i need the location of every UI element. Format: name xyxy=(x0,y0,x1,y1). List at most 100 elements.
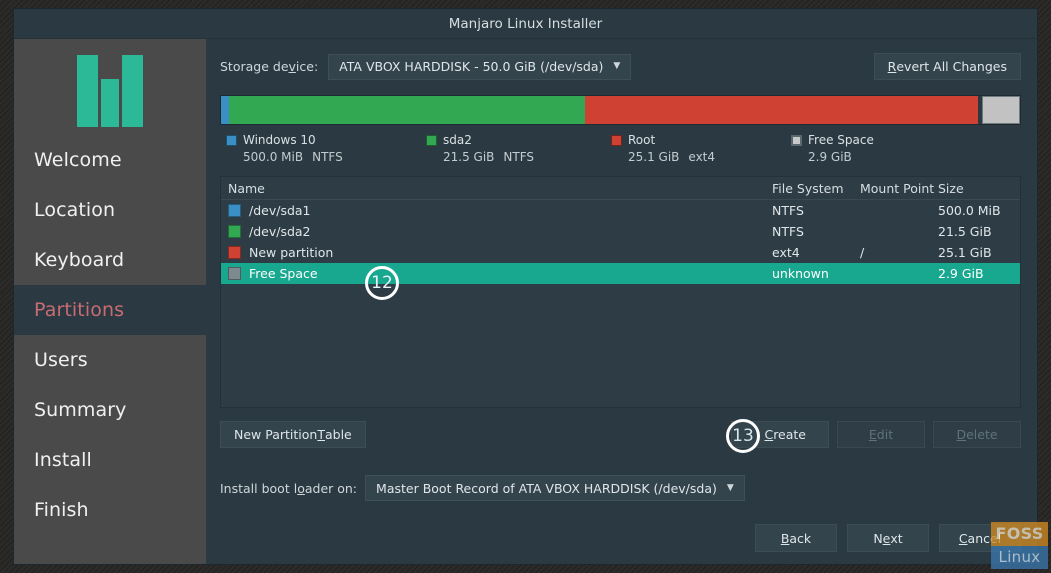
partitions-pane: Storage device: ATA VBOX HARDDISK - 50.0… xyxy=(206,39,1037,564)
sidebar-item-keyboard[interactable]: Keyboard xyxy=(14,235,206,285)
chevron-down-icon: ▼ xyxy=(613,61,621,71)
row-size: 25.1 GiB xyxy=(938,245,992,260)
partition-bar-segment[interactable] xyxy=(584,96,979,124)
sidebar-item-label: Users xyxy=(34,349,88,371)
table-row[interactable]: Free Space unknown 2.9 GiB xyxy=(221,263,1020,284)
legend-filesystem: NTFS xyxy=(312,150,343,164)
bootloader-label: Install boot loader on: xyxy=(220,480,358,496)
partition-legend-entry: Windows 10 500.0 MiB NTFS xyxy=(226,133,356,164)
chevron-down-icon: ▼ xyxy=(726,482,734,493)
delete-partition-button[interactable]: Delete xyxy=(933,421,1021,448)
row-name: /dev/sda1 xyxy=(249,203,311,218)
sidebar-item-partitions[interactable]: Partitions xyxy=(14,285,206,335)
legend-label: Root xyxy=(628,133,656,147)
table-row[interactable]: /dev/sda1 NTFS 500.0 MiB xyxy=(221,200,1020,221)
row-size: 2.9 GiB xyxy=(938,266,984,281)
row-size: 500.0 MiB xyxy=(938,203,1001,218)
partition-bar-segment[interactable] xyxy=(228,96,585,124)
legend-filesystem: NTFS xyxy=(503,150,535,164)
wizard-footer: Back Ne xt Cancel xyxy=(220,524,1021,564)
annotation-badge-12: 12 xyxy=(365,266,399,300)
row-size: 21.5 GiB xyxy=(938,224,992,239)
partition-legend-entry: Free Space 2.9 GiB xyxy=(791,133,921,164)
storage-device-label: Storage device: xyxy=(220,59,319,74)
row-filesystem: NTFS xyxy=(772,224,804,239)
column-header-size: Size xyxy=(938,180,964,196)
row-mountpoint: / xyxy=(860,245,865,260)
row-name: /dev/sda2 xyxy=(249,224,311,239)
sidebar: Welcome Location Keyboard Partitions Use… xyxy=(14,39,206,564)
installer-window: Manjaro Linux Installer Welcome Location… xyxy=(13,8,1038,565)
legend-size: 500.0 MiB xyxy=(243,150,304,164)
manjaro-logo-icon xyxy=(77,55,143,127)
legend-color-swatch xyxy=(791,134,802,146)
row-color-swatch xyxy=(228,246,241,259)
sidebar-item-finish[interactable]: Finish xyxy=(14,485,206,535)
back-button[interactable]: Back xyxy=(755,524,837,552)
row-name: Free Space xyxy=(249,266,318,281)
legend-color-swatch xyxy=(611,134,622,146)
partition-legend-entry: Root 25.1 GiB ext4 xyxy=(611,133,741,164)
window-body: Welcome Location Keyboard Partitions Use… xyxy=(14,39,1037,564)
partition-legend-entry: sda2 21.5 GiB NTFS xyxy=(426,133,556,164)
column-header-mountpoint: Mount Point xyxy=(860,180,935,196)
edit-partition-button[interactable]: Edit xyxy=(837,421,925,448)
column-header-filesystem: File System xyxy=(772,180,844,196)
table-row[interactable]: New partition ext4 / 25.1 GiB xyxy=(221,242,1020,263)
sidebar-item-summary[interactable]: Summary xyxy=(14,385,206,435)
manjaro-logo-wrap xyxy=(14,47,206,135)
sidebar-item-users[interactable]: Users xyxy=(14,335,206,385)
partition-legend: Windows 10 500.0 MiB NTFS sda2 21.5 GiB NTFS R… xyxy=(220,133,1021,164)
partition-bar-segment[interactable] xyxy=(981,96,1020,124)
row-color-swatch xyxy=(228,225,241,238)
partition-bar-segment[interactable] xyxy=(221,96,229,124)
row-name: New partition xyxy=(249,245,334,260)
window-titlebar: Manjaro Linux Installer xyxy=(14,9,1037,39)
storage-device-row: Storage device: ATA VBOX HARDDISK - 50.0… xyxy=(220,53,1021,80)
legend-size: 2.9 GiB xyxy=(808,150,852,164)
bootloader-value: Master Boot Record of ATA VBOX HARDDISK … xyxy=(376,480,717,496)
sidebar-item-label: Location xyxy=(34,199,116,221)
watermark-top-text: FOSS xyxy=(991,522,1048,546)
legend-label: Free Space xyxy=(808,133,874,147)
partition-bar[interactable] xyxy=(220,95,1021,125)
row-color-swatch xyxy=(228,267,241,280)
sidebar-item-label: Install xyxy=(34,449,92,471)
row-color-swatch xyxy=(228,204,241,217)
partition-table[interactable]: Name File System Mount Point Size /dev/s… xyxy=(220,176,1021,408)
table-body: /dev/sda1 NTFS 500.0 MiB/dev/sda2 NTFS 21.5 … xyxy=(221,200,1020,284)
sidebar-item-location[interactable]: Location xyxy=(14,185,206,235)
row-filesystem: NTFS xyxy=(772,203,804,218)
bootloader-row: Install boot loader on: Master Boot Reco… xyxy=(220,475,1021,501)
storage-device-select[interactable]: ATA VBOX HARDDISK - 50.0 GiB (/dev/sda) … xyxy=(328,53,632,80)
sidebar-item-label: Summary xyxy=(34,399,127,421)
next-button[interactable]: Ne xt xyxy=(847,524,929,552)
row-filesystem: unknown xyxy=(772,266,829,281)
sidebar-item-label: Finish xyxy=(34,499,89,521)
sidebar-item-welcome[interactable]: Welcome xyxy=(14,135,206,185)
table-row[interactable]: /dev/sda2 NTFS 21.5 GiB xyxy=(221,221,1020,242)
revert-all-changes-button[interactable]: Revert All Changes xyxy=(873,53,1021,80)
sidebar-item-label: Keyboard xyxy=(34,249,125,271)
sidebar-item-install[interactable]: Install xyxy=(14,435,206,485)
legend-size: 21.5 GiB xyxy=(443,150,495,164)
table-header-row: Name File System Mount Point Size xyxy=(221,177,1020,200)
storage-device-value: ATA VBOX HARDDISK - 50.0 GiB (/dev/sda) xyxy=(339,59,604,74)
row-filesystem: ext4 xyxy=(772,245,800,260)
bootloader-select[interactable]: Master Boot Record of ATA VBOX HARDDISK … xyxy=(365,475,745,501)
partition-actions-row: New Partition Table Create Edit Delete xyxy=(220,421,1021,448)
legend-label: sda2 xyxy=(443,133,472,147)
sidebar-item-label: Partitions xyxy=(34,299,125,321)
legend-color-swatch xyxy=(226,134,237,146)
legend-label: Windows 10 xyxy=(243,133,316,147)
legend-filesystem: ext4 xyxy=(688,150,716,164)
sidebar-item-label: Welcome xyxy=(34,149,122,171)
legend-size: 25.1 GiB xyxy=(628,150,680,164)
fosslinux-watermark: FOSS Linux xyxy=(991,522,1048,569)
partition-bar-wrap: Windows 10 500.0 MiB NTFS sda2 21.5 GiB NTFS R… xyxy=(220,95,1021,164)
column-header-name: Name xyxy=(228,180,265,196)
new-partition-table-button[interactable]: New Partition Table xyxy=(220,421,366,448)
legend-color-swatch xyxy=(426,134,437,146)
annotation-badge-13: 13 xyxy=(726,419,760,453)
window-title: Manjaro Linux Installer xyxy=(448,15,603,32)
